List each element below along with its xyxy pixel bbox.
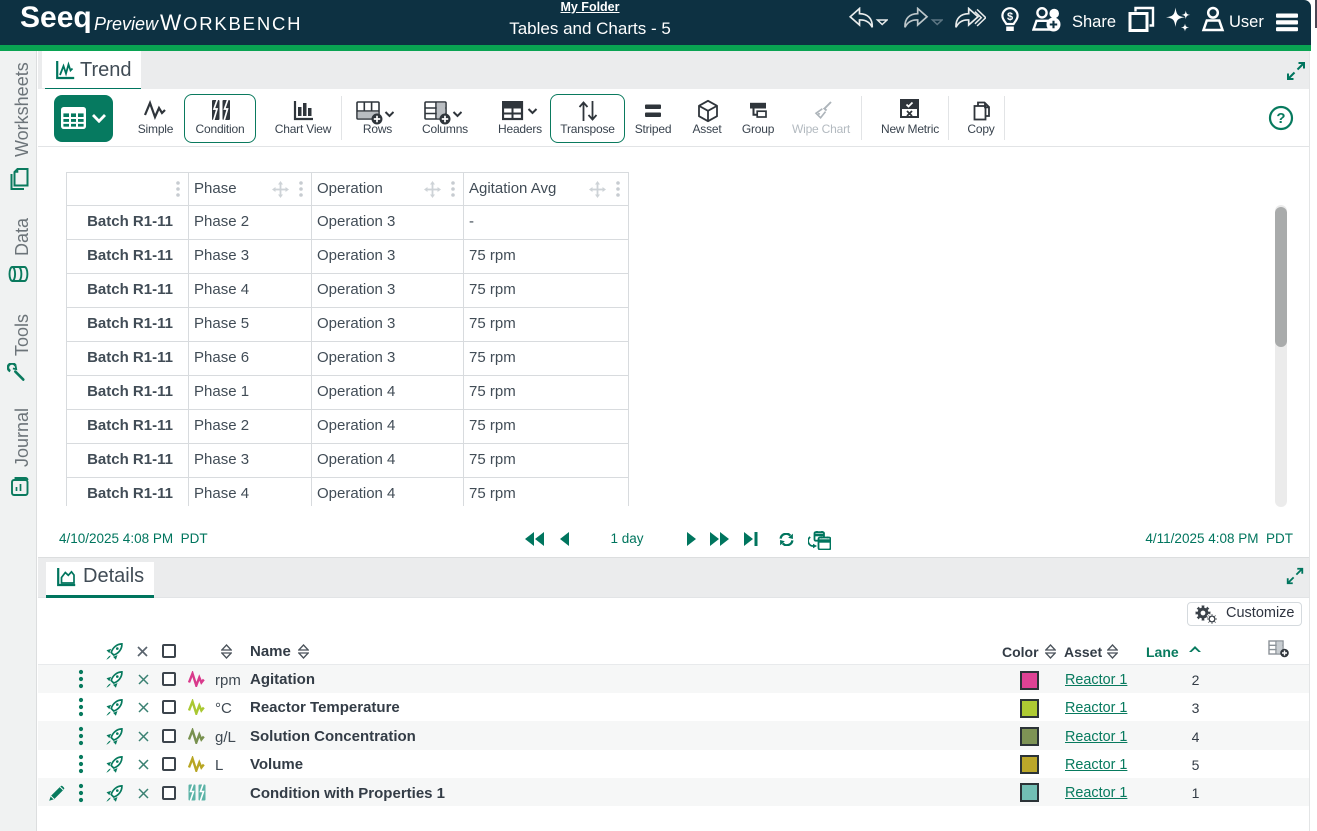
svg-text:?: ? [1276,110,1285,127]
svg-text:$: $ [1007,11,1013,23]
